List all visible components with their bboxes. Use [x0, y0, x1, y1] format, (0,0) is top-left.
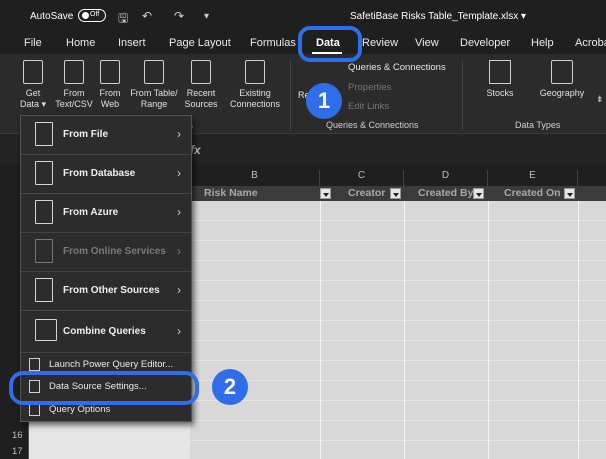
customize-quick-access-icon[interactable]: ▾: [204, 11, 209, 22]
step-badge-2: 2: [212, 369, 248, 405]
web-icon: [100, 60, 120, 84]
filter-dropdown-icon[interactable]: [390, 188, 401, 199]
undo-icon[interactable]: ↶: [142, 9, 152, 23]
column-header-d[interactable]: D: [404, 170, 488, 186]
autosave-label: AutoSave: [30, 11, 74, 22]
chevron-right-icon: ›: [177, 205, 181, 219]
group-queries-label: Queries & Connections: [326, 120, 419, 130]
table-body[interactable]: [190, 201, 606, 459]
tab-view[interactable]: View: [415, 37, 439, 49]
toggle-state: Off: [90, 11, 100, 18]
from-table-range-button[interactable]: From Table/ Range: [126, 60, 182, 110]
table-header-row: Risk Name Creator Created By Created On: [190, 186, 606, 201]
menu-item-from-online-services[interactable]: From Online Services ›: [21, 233, 191, 271]
geography-button[interactable]: Geography: [534, 60, 590, 99]
tab-page-layout[interactable]: Page Layout: [169, 37, 231, 49]
azure-icon: [35, 200, 53, 224]
other-sources-icon: [35, 278, 53, 302]
chevron-right-icon: ›: [177, 166, 181, 180]
header-created-on[interactable]: Created On: [490, 186, 580, 201]
group-divider: [290, 60, 291, 130]
chevron-right-icon: ›: [177, 244, 181, 258]
bank-icon: [489, 60, 511, 84]
group-datatypes-label: Data Types: [515, 120, 561, 130]
data-tab-highlight: [298, 26, 362, 62]
chevron-right-icon: ›: [177, 324, 181, 338]
file-name[interactable]: SafetiBase Risks Table_Template.xlsx ▾: [350, 11, 526, 22]
column-header-c[interactable]: C: [320, 170, 404, 186]
get-data-button[interactable]: Get Data ▾: [14, 60, 52, 110]
menu-item-from-file[interactable]: From File ›: [21, 116, 191, 154]
save-icon[interactable]: 🖫: [118, 9, 128, 30]
menu-item-from-azure[interactable]: From Azure ›: [21, 194, 191, 232]
row-number-16[interactable]: 16: [0, 430, 28, 441]
autosave-toggle[interactable]: Off: [78, 9, 106, 22]
menu-item-combine-queries[interactable]: Combine Queries ›: [21, 313, 191, 351]
map-icon: [551, 60, 573, 84]
redo-icon[interactable]: ↷: [174, 9, 184, 23]
header-created-by[interactable]: Created By: [404, 186, 490, 201]
recent-sources-button[interactable]: Recent Sources: [182, 60, 220, 110]
properties-button[interactable]: Properties: [348, 82, 391, 93]
online-services-icon: [35, 239, 53, 263]
column-header-e[interactable]: E: [488, 170, 578, 186]
existing-connections-button[interactable]: Existing Connections: [226, 60, 284, 110]
power-query-icon: [29, 358, 40, 371]
tab-acrobat[interactable]: Acrobat: [575, 37, 606, 49]
tab-home[interactable]: Home: [66, 37, 95, 49]
step-badge-1: 1: [306, 83, 342, 119]
clock-file-icon: [191, 60, 211, 84]
tab-review[interactable]: Review: [362, 37, 398, 49]
filter-dropdown-icon[interactable]: [320, 188, 331, 199]
from-web-button[interactable]: From Web: [96, 60, 124, 110]
tab-developer[interactable]: Developer: [460, 37, 510, 49]
combine-queries-icon: [35, 319, 57, 341]
from-text-csv-button[interactable]: From Text/CSV: [54, 60, 94, 110]
tab-help[interactable]: Help: [531, 37, 554, 49]
file-icon: [35, 122, 53, 146]
filter-dropdown-icon[interactable]: [473, 188, 484, 199]
text-file-icon: [64, 60, 84, 84]
stocks-button[interactable]: Stocks: [480, 60, 520, 99]
more-data-types-icon[interactable]: ⇟: [596, 94, 604, 105]
database-icon: [23, 60, 43, 84]
group-divider: [462, 60, 463, 130]
edit-links-button[interactable]: Edit Links: [348, 101, 389, 112]
header-creator[interactable]: Creator: [334, 186, 404, 201]
table-icon: [144, 60, 164, 84]
menu-item-from-other-sources[interactable]: From Other Sources ›: [21, 272, 191, 310]
header-risk-name[interactable]: Risk Name: [190, 186, 334, 201]
tab-formulas[interactable]: Formulas: [250, 37, 296, 49]
data-source-settings-highlight: [9, 371, 199, 405]
row-number-17[interactable]: 17: [0, 446, 28, 457]
tab-file[interactable]: File: [24, 37, 42, 49]
database-icon: [35, 161, 53, 185]
column-header-b[interactable]: B: [190, 170, 320, 186]
tab-insert[interactable]: Insert: [118, 37, 146, 49]
toggle-knob: [82, 12, 89, 19]
menu-item-from-database[interactable]: From Database ›: [21, 155, 191, 193]
chevron-right-icon: ›: [177, 283, 181, 297]
chevron-right-icon: ›: [177, 127, 181, 141]
filter-dropdown-icon[interactable]: [564, 188, 575, 199]
queries-connections-button[interactable]: Queries & Connections: [348, 62, 446, 73]
connection-file-icon: [245, 60, 265, 84]
